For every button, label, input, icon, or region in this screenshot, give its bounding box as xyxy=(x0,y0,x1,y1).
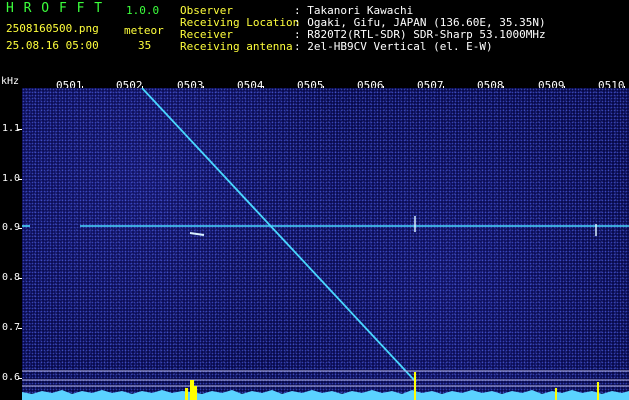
date-time: 25.08.16 05:00 xyxy=(6,39,99,52)
antenna-value: : 2el-HB9CV Vertical (el. E-W) xyxy=(294,40,493,53)
app-version: 1.0.0 xyxy=(126,4,160,17)
y-tick-label: 0.9 xyxy=(1,222,20,233)
spectrum-peak xyxy=(185,388,188,400)
header-panel: H R O F F T 1.0.0 2508160500.png meteor … xyxy=(0,0,629,74)
y-tick-label: 1.0 xyxy=(1,173,20,184)
y-tick-label: 0.7 xyxy=(1,322,20,333)
mode-label: meteor xyxy=(124,24,164,37)
file-name: 2508160500.png xyxy=(6,22,99,35)
antenna-label: Receiving antenna xyxy=(180,40,293,53)
spectrum-peak xyxy=(414,372,416,400)
y-tick-label: 1.1 xyxy=(1,123,20,134)
spectrum-peak xyxy=(194,386,197,400)
y-tick-label: 0.6 xyxy=(1,372,20,383)
spectrogram-overlay xyxy=(22,88,629,400)
app-title: H R O F F T xyxy=(6,1,104,16)
doppler-trace-line xyxy=(141,88,417,383)
spectrum-fill xyxy=(22,390,629,400)
meteor-count: 35 xyxy=(138,39,152,52)
y-unit-label: kHz xyxy=(1,76,20,87)
spectrum-peak xyxy=(555,388,557,400)
spectrogram-plot xyxy=(22,88,629,400)
spectrum-peak xyxy=(190,380,194,400)
y-tick-label: 0.8 xyxy=(1,272,20,283)
spectrum-peak xyxy=(597,382,599,400)
meteor-echo xyxy=(189,232,205,236)
